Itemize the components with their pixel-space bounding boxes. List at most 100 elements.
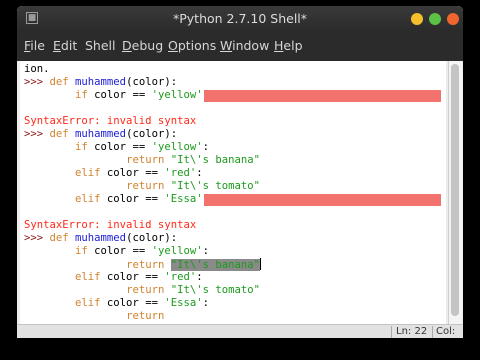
- keyword-token: elif: [75, 193, 107, 205]
- keyword-token: def: [49, 128, 76, 140]
- shell-line: ion.: [24, 63, 50, 76]
- keyword-token: if: [75, 89, 95, 101]
- shell-line: if color == 'yellow': [24, 89, 203, 102]
- plain-token: color ==: [106, 167, 165, 179]
- keyword-token: if: [75, 141, 95, 153]
- prompt-token: >>>: [24, 128, 50, 140]
- plain-token: color ==: [94, 141, 152, 153]
- keyword-token: return: [126, 259, 171, 271]
- close-icon[interactable]: [447, 13, 459, 25]
- plain-token: color ==: [106, 271, 165, 283]
- menu-file[interactable]: File: [24, 31, 45, 61]
- status-separator: [391, 326, 392, 338]
- shell-line: SyntaxError: invalid syntax: [24, 219, 196, 232]
- minimize-icon[interactable]: [411, 13, 423, 25]
- shell-line: elif color == 'red':: [24, 271, 203, 284]
- menu-debug-mnemonic: D: [122, 38, 132, 53]
- shell-line: if color == 'yellow':: [24, 245, 209, 258]
- string-token: 'Essa': [164, 193, 203, 205]
- keyword-token: return: [126, 180, 171, 192]
- menu-shell[interactable]: Shell: [85, 31, 116, 61]
- keyword-token: def: [49, 232, 76, 244]
- defname-token: muhammed: [75, 128, 127, 140]
- plain-token: :: [202, 141, 209, 153]
- plain-token: color ==: [106, 297, 165, 309]
- string-token: "It\'s tomato": [170, 284, 261, 296]
- title-bar[interactable]: ■ *Python 2.7.10 Shell*: [17, 6, 463, 31]
- menu-debug-label: ebug: [131, 38, 164, 53]
- keyword-token: if: [75, 245, 95, 257]
- menu-edit-mnemonic: E: [53, 38, 61, 53]
- menu-options-mnemonic: O: [168, 38, 178, 53]
- status-column-number: Col: 9: [436, 326, 456, 337]
- status-bar: Ln: 22 Col: 9: [17, 324, 463, 338]
- text-cursor: [260, 258, 262, 270]
- menu-shell-label: Shell: [85, 38, 116, 53]
- window-title: *Python 2.7.10 Shell*: [172, 11, 308, 26]
- error-token: SyntaxError: invalid syntax: [24, 115, 197, 127]
- shell-line: return "It\'s tomato": [24, 180, 260, 193]
- shell-line: >>> def muhammed(color):: [24, 76, 177, 89]
- prompt-token: >>>: [24, 76, 50, 88]
- status-separator: [432, 326, 433, 338]
- menu-window-mnemonic: W: [220, 38, 233, 53]
- keyword-token: return: [126, 284, 171, 296]
- menu-options-label: ptions: [177, 38, 217, 53]
- maximize-icon[interactable]: [429, 13, 441, 25]
- menu-debug[interactable]: Debug: [122, 31, 163, 61]
- shell-line: if color == 'yellow':: [24, 141, 209, 154]
- menu-help[interactable]: Help: [274, 31, 303, 61]
- string-token: "It\'s banana": [170, 154, 261, 166]
- plain-token: (color):: [126, 128, 178, 140]
- error-highlight-bar: [203, 90, 441, 102]
- shell-line: return "It\'s banana": [24, 154, 260, 167]
- menu-help-label: elp: [283, 38, 303, 53]
- string-token: 'yellow': [151, 245, 203, 257]
- shell-line: SyntaxError: invalid syntax: [24, 115, 196, 128]
- prompt-token: >>>: [24, 232, 50, 244]
- defname-token: muhammed: [75, 76, 127, 88]
- keyword-token: elif: [75, 297, 107, 309]
- shell-line: >>> def muhammed(color):: [24, 232, 177, 245]
- menu-window[interactable]: Window: [220, 31, 269, 61]
- menu-edit[interactable]: Edit: [53, 31, 77, 61]
- idle-shell-window: ■ *Python 2.7.10 Shell* File Edit Shell …: [17, 6, 463, 338]
- menu-window-label: indow: [232, 38, 270, 53]
- keyword-token: elif: [75, 167, 107, 179]
- string-token: 'yellow': [151, 141, 203, 153]
- string-token: 'yellow': [151, 89, 203, 101]
- string-token: 'red': [164, 167, 197, 179]
- menu-bar: File Edit Shell Debug Options Window Hel…: [17, 31, 463, 61]
- error-highlight-bar: [203, 194, 441, 206]
- keyword-token: return: [126, 310, 165, 322]
- shell-line: return: [24, 310, 164, 323]
- plain-token: ion.: [24, 63, 50, 75]
- status-line-number: Ln: 22: [396, 326, 428, 337]
- shell-line: return "It\'s banana": [24, 258, 262, 271]
- error-token: SyntaxError: invalid syntax: [24, 219, 197, 231]
- menu-file-label: ile: [30, 38, 45, 53]
- plain-token: (color):: [126, 76, 178, 88]
- plain-token: :: [196, 271, 203, 283]
- plain-token: :: [202, 297, 209, 309]
- plain-token: :: [202, 245, 209, 257]
- menu-options[interactable]: Options: [168, 31, 216, 61]
- string-token: 'red': [164, 271, 197, 283]
- vertical-scrollbar[interactable]: [448, 61, 462, 324]
- keyword-token: def: [49, 76, 76, 88]
- menu-edit-label: dit: [60, 38, 78, 53]
- shell-text-area[interactable]: ion. >>> def muhammed(color): if color ==…: [20, 61, 446, 324]
- keyword-token: elif: [75, 271, 107, 283]
- string-token: "It\'s tomato": [170, 180, 261, 192]
- plain-token: (color):: [126, 232, 178, 244]
- scrollbar-thumb[interactable]: [451, 64, 459, 316]
